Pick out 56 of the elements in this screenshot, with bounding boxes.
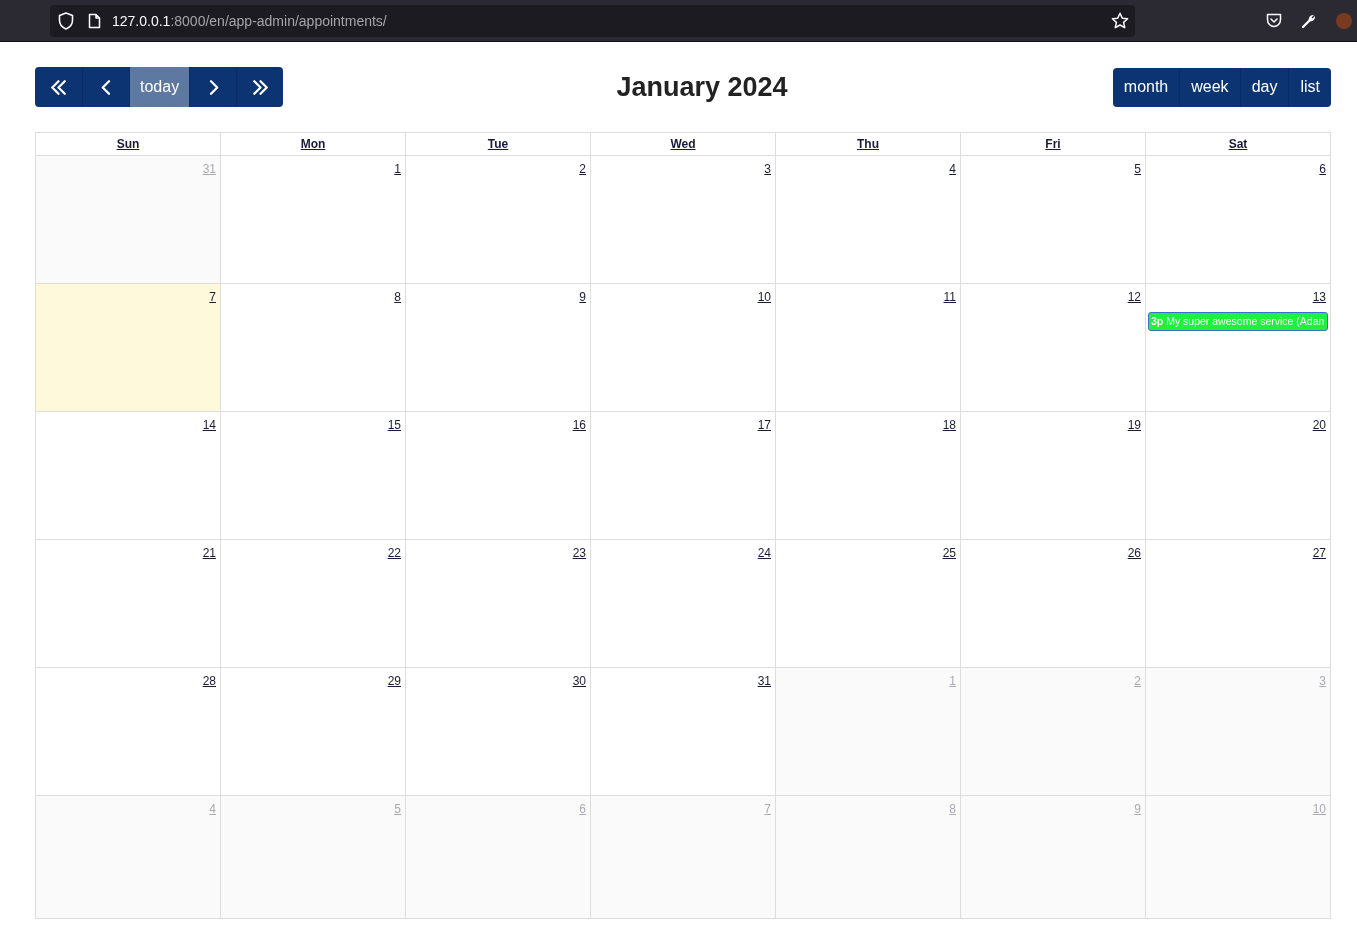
weekday-link[interactable]: Mon [300,137,326,151]
shield-icon[interactable] [58,11,74,30]
day-number[interactable]: 1 [394,162,401,178]
day-number[interactable]: 27 [1312,546,1326,562]
day-number[interactable]: 13 [1312,290,1326,306]
double-chevron-right-icon [252,79,268,95]
day-number[interactable]: 31 [757,674,771,690]
day-number[interactable]: 23 [572,546,586,562]
day-number[interactable]: 15 [387,418,401,434]
double-chevron-left-icon [51,79,66,95]
chevron-shield-icon[interactable] [1266,13,1282,28]
day-number[interactable]: 9 [579,290,586,306]
day-number[interactable]: 16 [572,418,586,434]
weekday-link[interactable]: Thu [857,137,879,151]
day-number[interactable]: 12 [1127,290,1141,306]
view-button[interactable]: week [1179,67,1240,107]
view-button[interactable]: list [1288,67,1331,107]
day-number[interactable]: 29 [387,674,401,690]
day-number[interactable]: 4 [949,162,956,178]
weekday-link[interactable]: Sun [116,137,140,151]
day-number[interactable]: 24 [757,546,771,562]
weekday-link[interactable]: Fri [1045,137,1061,151]
day-number[interactable]: 5 [1134,162,1141,178]
next-year-button[interactable] [236,67,284,107]
day-number[interactable]: 7 [209,290,216,306]
url-text[interactable]: 127.0.0.1:8000/en/app-admin/appointments/ [112,11,387,30]
prev-month-button[interactable] [82,67,129,107]
page-icon[interactable] [88,12,101,29]
wrench-icon[interactable] [1301,12,1317,29]
weekday-link[interactable]: Tue [487,137,509,151]
day-number[interactable]: 3 [764,162,771,178]
view-button[interactable]: day [1239,67,1289,107]
day-number[interactable]: 17 [757,418,771,434]
day-number[interactable]: 18 [942,418,956,434]
day-number[interactable]: 11 [943,290,956,306]
day-number[interactable]: 25 [942,546,956,562]
day-number[interactable]: 10 [757,290,771,306]
weekday-link[interactable]: Sat [1228,137,1248,151]
day-number[interactable]: 30 [572,674,586,690]
next-month-button[interactable] [189,67,237,107]
view-button[interactable]: month [1112,67,1180,107]
star-icon[interactable] [1111,11,1129,30]
day-number[interactable]: 22 [387,546,401,562]
url-field[interactable]: 127.0.0.1:8000/en/app-admin/appointments/ [50,4,1135,37]
day-number[interactable]: 20 [1312,418,1326,434]
day-number[interactable]: 6 [1319,162,1326,178]
day-number[interactable]: 2 [579,162,586,178]
day-number[interactable]: 26 [1127,546,1141,562]
day-number[interactable]: 8 [394,290,401,306]
day-number[interactable]: 28 [202,674,216,690]
calendar-title: January 2024 [616,71,788,103]
day-number[interactable]: 14 [202,418,216,434]
day-number[interactable]: 19 [1127,418,1141,434]
weekday-link[interactable]: Wed [670,137,696,151]
prev-year-button[interactable] [35,67,82,107]
day-number[interactable]: 21 [202,546,216,562]
